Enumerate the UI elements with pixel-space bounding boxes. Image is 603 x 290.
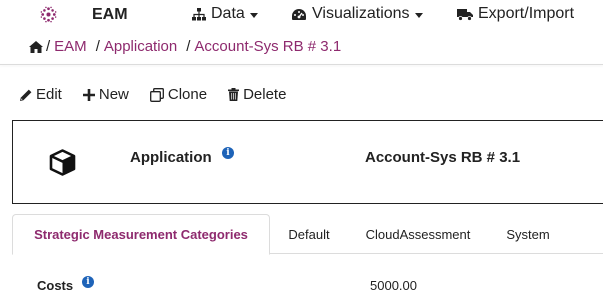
costs-value: 5000.00: [370, 278, 417, 290]
trash-icon: [228, 88, 240, 101]
tab-cloud-assessment[interactable]: CloudAssessment: [356, 214, 480, 254]
new-label: New: [98, 86, 129, 103]
breadcrumb-separator: /: [46, 38, 51, 55]
breadcrumb-eam[interactable]: EAM: [54, 38, 87, 55]
breadcrumb-application[interactable]: Application: [104, 38, 177, 55]
tab-strategic-measurement-categories[interactable]: Strategic Measurement Categories: [12, 214, 270, 255]
edit-button[interactable]: Edit: [20, 86, 62, 103]
truck-icon: [457, 8, 473, 21]
breadcrumb-current[interactable]: Account-Sys RB # 3.1: [194, 38, 341, 55]
home-icon[interactable]: [29, 40, 43, 53]
costs-label: Costs: [37, 278, 74, 290]
top-navbar: EAM Data Visualizations Export/Import: [0, 0, 603, 30]
header-divider: [0, 64, 603, 65]
delete-label: Delete: [243, 86, 287, 103]
breadcrumb: / EAM / Application / Account-Sys RB # 3…: [29, 38, 341, 55]
action-toolbar: Edit New Clone Delete: [20, 86, 307, 103]
brand-name[interactable]: EAM: [92, 6, 128, 24]
nav-export-import[interactable]: Export/Import: [457, 5, 574, 23]
nav-data-label: Data: [211, 5, 245, 22]
nav-export-import-label: Export/Import: [478, 5, 575, 22]
cube-icon: [49, 149, 76, 176]
clone-label: Clone: [167, 86, 208, 103]
info-icon[interactable]: i: [82, 276, 94, 288]
logo-icon[interactable]: [40, 6, 57, 23]
tab-system[interactable]: System: [496, 214, 560, 254]
plus-icon: [82, 88, 95, 101]
caret-down-icon: [249, 12, 258, 18]
object-header-panel: Application i Account-Sys RB # 3.1: [12, 120, 603, 204]
tab-bar: Strategic Measurement Categories Default…: [12, 214, 603, 255]
tachometer-icon: [292, 8, 306, 20]
new-button[interactable]: New: [82, 86, 129, 103]
tab-default[interactable]: Default: [276, 214, 342, 254]
delete-button[interactable]: Delete: [228, 86, 286, 103]
clone-icon: [149, 87, 164, 102]
edit-label: Edit: [36, 86, 62, 103]
nav-visualizations-dropdown[interactable]: Visualizations: [291, 5, 423, 23]
breadcrumb-separator: /: [95, 38, 100, 55]
sitemap-icon: [192, 7, 206, 20]
object-title: Account-Sys RB # 3.1: [365, 149, 521, 166]
pencil-icon: [20, 89, 32, 101]
nav-visualizations-label: Visualizations: [312, 5, 410, 22]
nav-data-dropdown[interactable]: Data: [192, 5, 258, 23]
clone-button[interactable]: Clone: [149, 86, 208, 103]
breadcrumb-separator: /: [186, 38, 191, 55]
caret-down-icon: [414, 12, 423, 18]
object-type-label: Application: [130, 149, 212, 166]
info-icon[interactable]: i: [222, 147, 234, 159]
